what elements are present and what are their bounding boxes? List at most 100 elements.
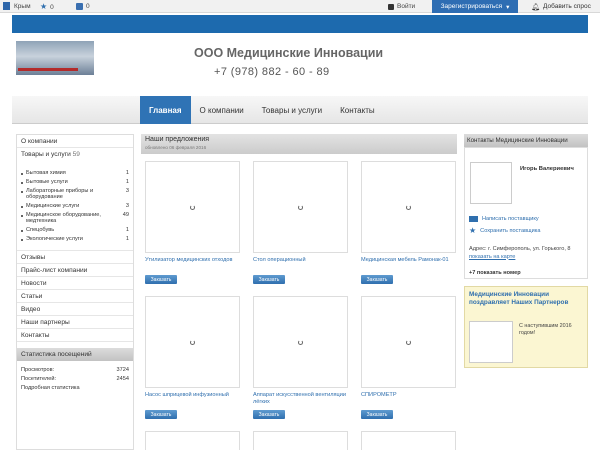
stat-value: 3724	[116, 367, 129, 373]
tab-home[interactable]: Главная	[140, 96, 191, 124]
order-button[interactable]: Заказать	[145, 410, 177, 419]
order-button[interactable]: Заказать	[145, 275, 177, 284]
compare-count: 0	[86, 3, 90, 10]
avatar	[470, 162, 512, 204]
tab-contacts[interactable]: Контакты	[331, 96, 384, 124]
product-name[interactable]: Стол операционный	[253, 257, 348, 273]
product-card: Медицинская мебель Рамонак-01 Заказать	[361, 161, 456, 284]
right-sidebar: Контакты Медицинские Инновации Игорь Вал…	[464, 134, 588, 450]
sidebar-item-articles[interactable]: Статьи	[17, 290, 133, 303]
contacts-box: Игорь Валериевич Написать поставщику ★ С…	[464, 147, 588, 279]
order-button[interactable]: Заказать	[361, 275, 393, 284]
write-supplier-label: Написать поставщику	[482, 216, 539, 222]
envelope-icon	[469, 216, 478, 222]
product-name[interactable]: Аппарат искусственной вентиляции лёгких	[253, 392, 348, 408]
sidebar-item-label: Новости	[21, 279, 47, 287]
show-on-map-link[interactable]: показать на карте	[469, 254, 515, 260]
sidebar-item-label: Наши партнеры	[21, 318, 70, 326]
bullet-icon	[21, 229, 23, 232]
product-image[interactable]	[145, 296, 240, 388]
category-item[interactable]: Экологические услуги 1	[17, 236, 133, 242]
category-item[interactable]: Спецобувь 1	[17, 227, 133, 233]
category-name: Экологические услуги	[26, 236, 83, 242]
save-supplier-link[interactable]: ★ Сохранить поставщика	[469, 227, 540, 235]
sidebar-item-pricelist[interactable]: Прайс-лист компании	[17, 264, 133, 277]
product-image[interactable]	[361, 296, 456, 388]
compare-counter[interactable]: 0	[76, 3, 90, 10]
bullet-icon	[21, 214, 23, 217]
address: Адрес: г. Симферополь, ул. Горького, 8 п…	[469, 246, 585, 261]
sidebar-item-news[interactable]: Новости	[17, 277, 133, 290]
add-demand-button[interactable]: 🔔︎ Добавить спрос	[522, 0, 600, 13]
order-button[interactable]: Заказать	[361, 410, 393, 419]
category-name: Медицинское оборудование, медтехника	[26, 212, 101, 224]
category-count: 1	[125, 179, 129, 185]
star-icon: ★	[40, 2, 48, 11]
category-item[interactable]: Бытовая химия 1	[17, 170, 133, 176]
sidebar-item-label: Статьи	[21, 292, 43, 300]
product-name[interactable]: СПИРОМЕТР	[361, 392, 456, 408]
sidebar-item-label: Отзывы	[21, 253, 46, 261]
product-name[interactable]: Насос шприцевой инфузионный	[145, 392, 240, 408]
offers-updated: обновлено 06 февраля 2016	[145, 145, 207, 150]
sidebar-item-reviews[interactable]: Отзывы	[17, 251, 133, 264]
company-logo[interactable]	[16, 41, 94, 75]
sidebar-item-video[interactable]: Видео	[17, 303, 133, 316]
category-count: 1	[125, 227, 129, 233]
login-label: Войти	[397, 3, 416, 10]
sidebar-item-goods[interactable]: Товары и услуги 59	[17, 148, 133, 161]
contacts-title: Контакты Медицинские Инновации	[464, 134, 588, 147]
stat-value: 2454	[116, 376, 129, 382]
category-item[interactable]: Медицинское оборудование, медтехника 49	[17, 212, 133, 224]
product-image[interactable]	[361, 161, 456, 253]
order-button[interactable]: Заказать	[253, 410, 285, 419]
region-icon	[3, 2, 10, 10]
category-name: Бытовые услуги	[26, 179, 68, 185]
product-card: Насос шприцевой инфузионный Заказать	[145, 296, 240, 419]
sidebar-item-label: Контакты	[21, 331, 50, 339]
add-demand-label: Добавить спрос	[543, 3, 591, 10]
category-count: 49	[122, 212, 129, 218]
category-name: Бытовая химия	[26, 170, 66, 176]
goods-label: Товары и услуги	[21, 151, 71, 158]
sidebar-item-partners[interactable]: Наши партнеры	[17, 316, 133, 329]
bullet-icon	[21, 190, 23, 193]
product-image[interactable]	[253, 296, 348, 388]
write-supplier-link[interactable]: Написать поставщику	[469, 216, 539, 222]
logo-stripe	[18, 68, 78, 71]
product-name[interactable]: Утилизатор медицинских отходов	[145, 257, 240, 273]
tab-goods[interactable]: Товары и услуги	[253, 96, 331, 124]
company-title: ООО Медицинские Инновации	[194, 46, 384, 60]
loading-icon	[298, 340, 303, 345]
stat-views: Просмотров: 3724	[17, 367, 133, 373]
product-card: СПИРОМЕТР Заказать	[361, 296, 456, 419]
top-bar: Крым ★ 0 0 Войти Зарегистрироваться ▾ 🔔︎…	[0, 0, 600, 13]
product-card: Утилизатор медицинских отходов Заказать	[145, 161, 240, 284]
category-item[interactable]: Бытовые услуги 1	[17, 179, 133, 185]
product-name[interactable]: Медицинская мебель Рамонак-01	[361, 257, 456, 273]
region-selector[interactable]: Крым	[14, 3, 31, 10]
promo-image[interactable]	[469, 321, 513, 363]
login-link[interactable]: Войти	[388, 3, 415, 10]
chevron-down-icon: ▾	[506, 3, 510, 11]
show-phone-link[interactable]: +7 показать номер	[469, 270, 521, 276]
sidebar-item-contacts[interactable]: Контакты	[17, 329, 133, 342]
product-image[interactable]	[145, 161, 240, 253]
product-image[interactable]	[253, 161, 348, 253]
promo-title: Медицинские Инновации поздравляет Наших …	[469, 291, 569, 306]
order-button[interactable]: Заказать	[253, 275, 285, 284]
category-item[interactable]: Медицинские услуги 3	[17, 203, 133, 209]
favorites-counter[interactable]: ★ 0	[40, 3, 54, 11]
detailed-stats-link[interactable]: Подробная статистика	[17, 385, 133, 391]
stats-title: Статистика посещений	[17, 348, 133, 361]
tab-about[interactable]: О компании	[191, 96, 253, 124]
sidebar-item-about[interactable]: О компании	[17, 135, 133, 148]
category-name: Медицинские услуги	[26, 203, 80, 209]
product-card: Стол операционный Заказать	[253, 161, 348, 284]
register-button[interactable]: Зарегистрироваться ▾	[432, 0, 518, 13]
category-item[interactable]: Лабораторные приборы и оборудование 3	[17, 188, 133, 200]
offers-header: Наши предложения обновлено 06 февраля 20…	[141, 134, 457, 154]
favorites-count: 0	[50, 3, 54, 11]
goods-count: 59	[72, 151, 80, 158]
